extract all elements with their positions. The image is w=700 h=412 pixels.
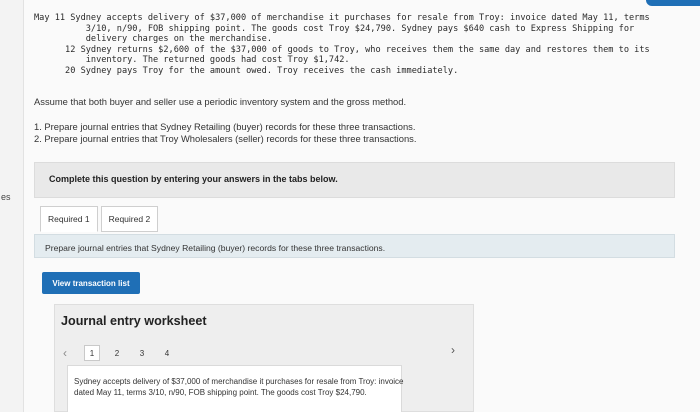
left-sidebar: es	[0, 0, 24, 412]
problem-line: 20 Sydney pays Troy for the amount owed.…	[34, 65, 459, 76]
tab-required-1[interactable]: Required 1	[40, 206, 98, 232]
page-4-button[interactable]: 4	[159, 345, 175, 361]
chevron-left-icon[interactable]: ‹	[63, 346, 75, 360]
problem-statement: May 11 Sydney accepts delivery of $37,00…	[34, 13, 674, 77]
requirement-item: 2. Prepare journal entries that Troy Who…	[34, 133, 417, 144]
transaction-description: Sydney accepts delivery of $37,000 of me…	[74, 377, 404, 397]
tab-required-2[interactable]: Required 2	[100, 206, 159, 232]
instruction-text: Complete this question by entering your …	[49, 174, 338, 184]
view-transaction-list-button[interactable]: View transaction list	[42, 272, 140, 294]
problem-line: inventory. The returned goods had cost T…	[34, 55, 350, 66]
page-3-button[interactable]: 3	[134, 345, 150, 361]
problem-line: May 11 Sydney accepts delivery of $37,00…	[34, 13, 650, 23]
journal-entry-worksheet: Journal entry worksheet ‹ 1 2 3 4 › Sydn…	[54, 304, 474, 412]
tab-prompt-banner: Prepare journal entries that Sydney Reta…	[34, 234, 675, 258]
problem-line: 12 Sydney returns $2,600 of the $37,000 …	[34, 44, 650, 55]
problem-line: delivery charges on the merchandise.	[34, 34, 272, 45]
requirement-item: 1. Prepare journal entries that Sydney R…	[34, 121, 416, 132]
sidebar-edge-text: es	[1, 192, 11, 202]
requirements-list: 1. Prepare journal entries that Sydney R…	[34, 121, 416, 145]
problem-line: 3/10, n/90, FOB shipping point. The good…	[34, 23, 635, 34]
transaction-description-box: Sydney accepts delivery of $37,000 of me…	[67, 365, 404, 412]
worksheet-title: Journal entry worksheet	[61, 314, 207, 328]
page-1-button[interactable]: 1	[84, 345, 100, 361]
tab-prompt-text: Prepare journal entries that Sydney Reta…	[45, 243, 386, 253]
worksheet-pager: ‹ 1 2 3 4	[63, 345, 175, 361]
assumption-text: Assume that both buyer and seller use a …	[34, 96, 407, 107]
instruction-banner: Complete this question by entering your …	[34, 162, 675, 198]
page-2-button[interactable]: 2	[109, 345, 125, 361]
top-right-button[interactable]	[646, 0, 700, 6]
chevron-right-icon[interactable]: ›	[451, 343, 455, 357]
requirement-tabs: Required 1 Required 2	[40, 206, 159, 232]
